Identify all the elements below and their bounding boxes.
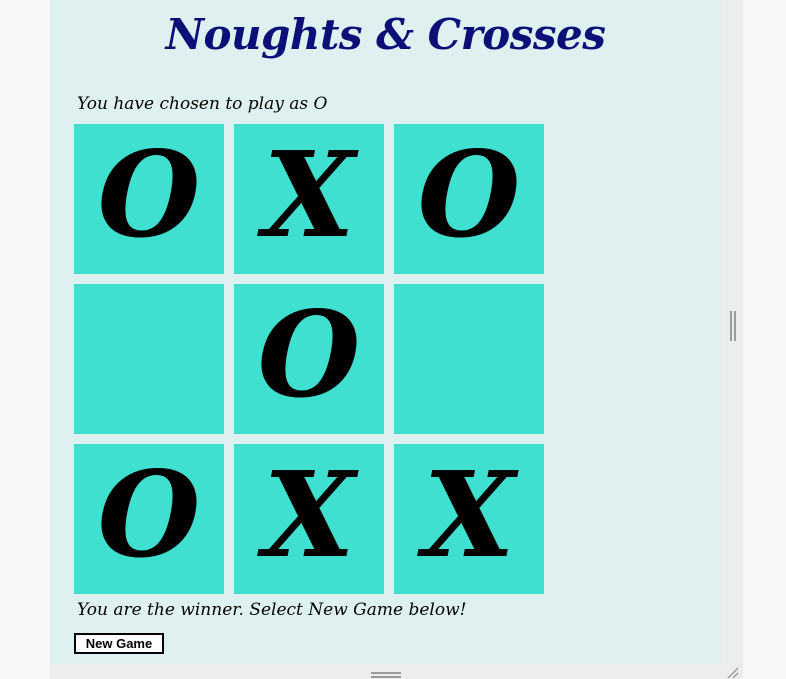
board-cell-9[interactable]: X	[394, 444, 544, 594]
board-cell-4[interactable]	[74, 284, 224, 434]
cell-mark: O	[97, 125, 201, 264]
resize-corner-icon[interactable]	[726, 666, 740, 679]
board-cell-2[interactable]: X	[234, 124, 384, 274]
game-board: O X O O O X X	[74, 124, 544, 594]
board-cell-8[interactable]: X	[234, 444, 384, 594]
cell-mark: O	[417, 125, 521, 264]
result-text: You are the winner. Select New Game belo…	[77, 600, 467, 620]
cell-mark: O	[97, 445, 201, 584]
cell-mark: O	[257, 285, 361, 424]
board-cell-6[interactable]	[394, 284, 544, 434]
player-choice-text: You have chosen to play as O	[77, 94, 328, 114]
board-cell-7[interactable]: O	[74, 444, 224, 594]
double-bar-horizontal-icon[interactable]	[371, 671, 401, 679]
board-cell-1[interactable]: O	[74, 124, 224, 274]
board-cell-3[interactable]: O	[394, 124, 544, 274]
double-bar-vertical-icon[interactable]	[729, 311, 737, 341]
board-cell-5[interactable]: O	[234, 284, 384, 434]
cell-mark: X	[263, 125, 355, 264]
page-title: Noughts & Crosses	[165, 10, 606, 59]
new-game-button[interactable]: New Game	[74, 633, 164, 654]
page: Noughts & Crosses You have chosen to pla…	[0, 0, 786, 679]
cell-mark: X	[263, 445, 355, 584]
cell-mark: X	[423, 445, 515, 584]
